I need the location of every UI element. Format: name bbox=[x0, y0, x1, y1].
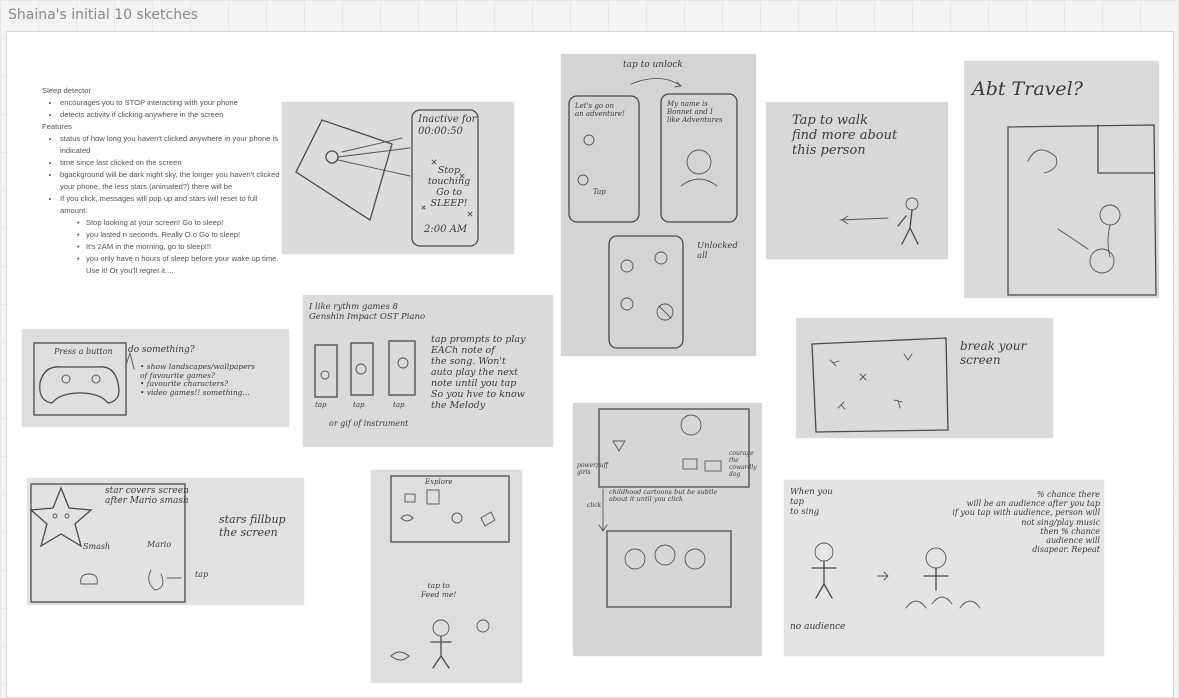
star-tap-label: tap bbox=[195, 570, 209, 579]
cartoons-click: click bbox=[587, 502, 602, 509]
sketch-inactive-phone[interactable]: Inactive for 00:00:50 Stop touching Go t… bbox=[282, 102, 514, 254]
star-fill-text: stars fillbup the screen bbox=[219, 513, 286, 539]
unlock-screen1-text: Let's go on an adventure! bbox=[575, 102, 625, 119]
controller-options: • show landscapes/wallpapers of favourit… bbox=[140, 362, 256, 397]
sketch-audience[interactable]: When you tap to sing % chance there will… bbox=[784, 480, 1104, 656]
walk-text: Tap to walk find more about this person bbox=[792, 113, 898, 158]
audience-chance: % chance there will be an audience after… bbox=[952, 490, 1100, 555]
star-caption: star covers screen after Mario smash bbox=[105, 486, 189, 507]
sketch-star-mario[interactable]: star covers screen after Mario smash sta… bbox=[27, 478, 304, 605]
message-bullet: you only have n hours of sleep before yo… bbox=[86, 253, 280, 277]
sketch-rhythm-game[interactable]: I like rythm games 8 Genshin Impact OST … bbox=[303, 295, 553, 447]
feature-bullet: status of how long you haven't clicked a… bbox=[60, 133, 280, 157]
notes-heading: Sleep detector bbox=[42, 86, 91, 95]
inactive-timer: 00:00:50 bbox=[418, 126, 463, 137]
controller-do: do something? bbox=[128, 345, 195, 355]
unlock-unlocked-label: Unlocked all bbox=[697, 241, 738, 261]
sleep-detector-notes: Sleep detector encourages you to STOP in… bbox=[42, 85, 280, 277]
rhythm-title: I like rythm games 8 Genshin Impact OST … bbox=[309, 302, 426, 322]
sketch-controller[interactable]: Press a button do something? • show land… bbox=[22, 329, 289, 427]
feature-bullet: If you click, messages will pop up and s… bbox=[60, 193, 280, 217]
sketch-break-screen[interactable]: break your screen bbox=[796, 318, 1053, 438]
explore-tab: Explore bbox=[425, 478, 453, 486]
sketch-about-travel[interactable]: Abt Travel? bbox=[964, 61, 1159, 298]
message-bullet: It's 2AM in the morning, go to sleep!!! bbox=[86, 241, 280, 253]
notes-features-label: Features bbox=[42, 122, 72, 131]
inactive-message: Stop touching Go to SLEEP! bbox=[427, 165, 471, 209]
rhythm-tap-2: tap bbox=[353, 401, 365, 409]
rhythm-desc: tap prompts to play EACh note of the son… bbox=[431, 334, 526, 411]
message-bullet: you lasted n seconds. Really O.o Go to s… bbox=[86, 229, 280, 241]
message-bullet: Stop looking at your screen! Go to sleep… bbox=[86, 217, 280, 229]
audience-when: When you tap to sing bbox=[790, 487, 833, 517]
inactive-clock: 2:00 AM bbox=[424, 224, 468, 235]
rhythm-foot: or gif of instrument bbox=[329, 419, 409, 428]
sketch-explore-feed[interactable]: Explore tap to Feed me! bbox=[371, 470, 522, 683]
break-text: break your screen bbox=[960, 339, 1027, 367]
star-smash-label: Smash bbox=[83, 542, 111, 551]
feature-bullet: bgackground will be dark night sky, the … bbox=[60, 169, 280, 193]
sketch-tap-to-unlock[interactable]: tap to unlock Let's go on an adventure! … bbox=[561, 54, 756, 356]
unlock-caption: tap to unlock bbox=[623, 60, 683, 70]
notes-bullet: detects activity if clicking anywhere in… bbox=[60, 109, 280, 121]
travel-title: Abt Travel? bbox=[972, 78, 1083, 100]
feature-bullet: time since last clicked on the screen bbox=[60, 157, 280, 169]
rhythm-tap-1: tap bbox=[315, 401, 327, 409]
cartoons-right: courage the cowardly dog bbox=[729, 450, 757, 478]
unlock-tap-label: Tap bbox=[593, 188, 606, 196]
board-title: Shaina's initial 10 sketches bbox=[8, 7, 198, 23]
audience-none: no audience bbox=[790, 622, 846, 632]
cartoons-left: powerpuff girls bbox=[577, 462, 608, 476]
explore-feed-text: tap to Feed me! bbox=[421, 581, 457, 599]
notes-bullet: encourages you to STOP interacting with … bbox=[60, 97, 280, 109]
inactive-header: Inactive for bbox=[418, 114, 477, 125]
sketch-childhood-cartoons[interactable]: powerpuff girls courage the cowardly dog… bbox=[573, 403, 762, 656]
controller-press: Press a button bbox=[54, 347, 113, 356]
sketch-tap-to-walk[interactable]: Tap to walk find more about this person bbox=[766, 102, 948, 259]
unlock-screen2-text: My name is Bonnet and I like Adventures bbox=[667, 100, 723, 125]
star-mario-label: Mario bbox=[147, 540, 172, 549]
cartoons-caption: childhood cartoons but be subtle about i… bbox=[609, 488, 718, 504]
rhythm-tap-3: tap bbox=[393, 401, 405, 409]
